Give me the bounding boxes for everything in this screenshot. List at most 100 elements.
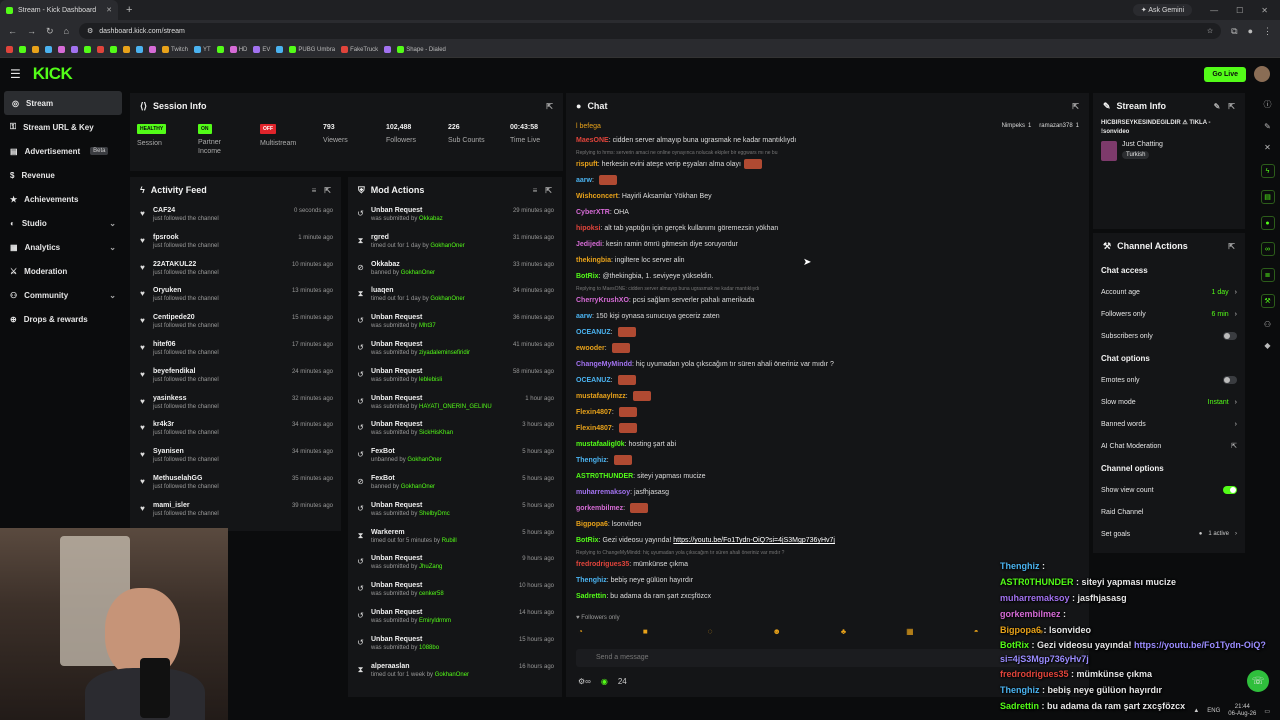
- people-icon[interactable]: ⚇: [1264, 320, 1271, 329]
- bookmark-favicon-icon[interactable]: [84, 46, 91, 53]
- emote-icon[interactable]: ◓: [974, 627, 979, 639]
- bookmark-item[interactable]: PUBG Umbra: [289, 46, 335, 53]
- mod-action-title[interactable]: Unban Request: [371, 582, 444, 589]
- bookmark-favicon-icon[interactable]: [123, 46, 130, 53]
- chevron-down-icon[interactable]: ⌄: [109, 243, 116, 252]
- link-tool-icon[interactable]: ∞: [1260, 242, 1275, 256]
- forward-icon[interactable]: →: [27, 26, 36, 36]
- moderator-name[interactable]: Okkabaz: [419, 216, 443, 222]
- bookmark-favicon-icon[interactable]: [97, 46, 104, 53]
- chat-username[interactable]: Thenghiz: [576, 457, 607, 464]
- banned-words-row[interactable]: Banned words ›: [1093, 413, 1245, 435]
- hamburger-menu-icon[interactable]: ☰: [10, 67, 21, 81]
- show-view-count-toggle[interactable]: [1223, 486, 1237, 494]
- list-item[interactable]: ⧗ alperaaslan timed out for 1 week by Gokh…: [348, 663, 562, 690]
- sidebar-item-moderation[interactable]: ⚔ Moderation: [0, 259, 126, 283]
- moderator-name[interactable]: ShelbyDmc: [419, 511, 450, 517]
- home-icon[interactable]: ⌂: [64, 26, 69, 36]
- follower-name[interactable]: CAF24: [153, 207, 219, 214]
- moderator-name[interactable]: ziyadaleminsefiridir: [419, 350, 470, 356]
- lightning-tool-icon[interactable]: ϟ: [1260, 164, 1275, 178]
- follower-name[interactable]: mami_isler: [153, 502, 219, 509]
- kick-logo[interactable]: KICK: [33, 64, 73, 84]
- emote-icon[interactable]: ♣: [841, 627, 846, 639]
- mod-action-title[interactable]: Unban Request: [371, 421, 453, 428]
- chat-message[interactable]: Thenghiz:: [566, 453, 1089, 469]
- top-user[interactable]: ramazan378 1: [1039, 123, 1079, 129]
- mod-action-title[interactable]: Warkerem: [371, 529, 457, 536]
- chat-message[interactable]: muharremaksoy: jasfhjasasg: [566, 485, 1089, 501]
- bookmark-favicon-icon[interactable]: [110, 46, 117, 53]
- notification-icon[interactable]: ▭: [1264, 708, 1270, 715]
- bookmark-favicon-icon[interactable]: [45, 46, 52, 53]
- moderator-name[interactable]: leblebisli: [419, 377, 442, 383]
- bookmark-item[interactable]: FakeTruck: [341, 46, 378, 53]
- sidebar-item-analytics[interactable]: ▦ Analytics ⌄: [0, 235, 126, 259]
- site-info-icon[interactable]: ⚙: [87, 27, 93, 35]
- top-user[interactable]: Nimpeks 1: [1002, 123, 1032, 129]
- chat-username[interactable]: hipoksi: [576, 225, 601, 232]
- menu-icon[interactable]: ⋮: [1263, 26, 1272, 37]
- follower-name[interactable]: MethuselahGG: [153, 475, 219, 482]
- list-item[interactable]: ↺ Unban Request was submitted by 1088bo 15 …: [348, 636, 562, 663]
- list-item[interactable]: ⊘ FexBot banned by GokhanOner 5 hours ago: [348, 475, 562, 502]
- list-item[interactable]: ↺ Unban Request was submitted by ShelbyDmc…: [348, 502, 562, 529]
- chat-message[interactable]: aarw: 150 kişi oynasa sunucuya geceriz z…: [566, 309, 1089, 325]
- chat-message[interactable]: BotRix: @thekingbia, 1. seviyeye yükseld…: [566, 269, 1089, 285]
- list-item[interactable]: ↺ Unban Request was submitted by ziyadalem…: [348, 341, 562, 368]
- chat-message[interactable]: ewooder:: [566, 341, 1089, 357]
- follower-name[interactable]: 22ATAKUL22: [153, 261, 219, 268]
- moderator-name[interactable]: 1088bo: [419, 645, 439, 651]
- emote-icon[interactable]: ■: [643, 627, 648, 639]
- chat-message[interactable]: Flexin4807:: [566, 405, 1089, 421]
- bookmark-item[interactable]: Twitch: [162, 46, 188, 53]
- pinned-user[interactable]: l befega: [576, 123, 601, 130]
- close-window-icon[interactable]: ✕: [1261, 6, 1268, 15]
- moderator-name[interactable]: GokhanOner: [401, 484, 435, 490]
- list-item[interactable]: ♥ hitef06 just followed the channel 17 minu…: [130, 341, 341, 368]
- wrench-tool-icon[interactable]: ⚒: [1260, 294, 1275, 308]
- chat-username[interactable]: fredrodrigues35: [576, 561, 629, 568]
- follower-name[interactable]: Oryuken: [153, 287, 219, 294]
- list-item[interactable]: ♥ fpsrook just followed the channel 1 minut…: [130, 234, 341, 261]
- list-item[interactable]: ↺ FexBot unbanned by GokhanOner 5 hours ago: [348, 448, 562, 475]
- close-tab-icon[interactable]: ✕: [106, 6, 112, 14]
- emotes-only-toggle[interactable]: [1223, 376, 1237, 384]
- list-item[interactable]: ♥ Centipede20 just followed the channel 15 …: [130, 314, 341, 341]
- chat-username[interactable]: ChangeMyMindd: [576, 361, 632, 368]
- follower-name[interactable]: Centipede20: [153, 314, 219, 321]
- list-item[interactable]: ⊘ Okkabaz banned by GokhanOner 33 minutes a…: [348, 261, 562, 288]
- follower-name[interactable]: beyefendikal: [153, 368, 219, 375]
- popout-icon[interactable]: ⇱: [1228, 242, 1235, 251]
- chat-username[interactable]: ewooder: [576, 345, 605, 352]
- mod-action-title[interactable]: alperaaslan: [371, 663, 469, 670]
- list-item[interactable]: ↺ Unban Request was submitted by JhuZang 9 …: [348, 555, 562, 582]
- moderator-name[interactable]: GokhanOner: [435, 672, 469, 678]
- chat-message[interactable]: Jedijedi: kesin ramin ömrü gitmesin diye…: [566, 237, 1089, 253]
- mod-action-title[interactable]: Unban Request: [371, 636, 439, 643]
- moderator-name[interactable]: Mht37: [419, 323, 436, 329]
- chat-settings-icon[interactable]: ⚙∞: [578, 677, 591, 686]
- chat-username[interactable]: rispuft: [576, 161, 598, 168]
- ai-chat-moderation-row[interactable]: AI Chat Moderation ⇱: [1093, 435, 1245, 457]
- chat-message[interactable]: Wishconcert: Hayirli Aksamlar Yökhan Bey: [566, 189, 1089, 205]
- chevron-down-icon[interactable]: ⌄: [109, 219, 116, 228]
- chat-username[interactable]: Thenghiz: [576, 577, 607, 584]
- bookmark-favicon-icon[interactable]: [216, 46, 224, 53]
- list-item[interactable]: ♥ Syanisen just followed the channel 34 min…: [130, 448, 341, 475]
- mod-action-title[interactable]: Unban Request: [371, 207, 443, 214]
- mod-action-title[interactable]: FexBot: [371, 448, 442, 455]
- chat-message[interactable]: BotRix: Gezi videosu yayında! https://yo…: [566, 533, 1089, 549]
- moderator-name[interactable]: GokhanOner: [430, 243, 464, 249]
- chat-username[interactable]: Sadrettin: [576, 593, 606, 600]
- mod-action-title[interactable]: Unban Request: [371, 555, 442, 562]
- chat-username[interactable]: BotRix: [576, 537, 599, 544]
- chat-message[interactable]: hipoksi: alt tab yaptığın için gerçek ku…: [566, 221, 1089, 237]
- mod-action-title[interactable]: Unban Request: [371, 368, 442, 375]
- chat-username[interactable]: gorkembilmez: [576, 505, 623, 512]
- chat-message[interactable]: Bigpopa6: lsonvideo: [566, 517, 1089, 533]
- moderator-name[interactable]: GokhanOner: [407, 457, 441, 463]
- list-item[interactable]: ⧗ rgred timed out for 1 day by GokhanOner 3…: [348, 234, 562, 261]
- mod-action-title[interactable]: FexBot: [371, 475, 435, 482]
- edit-icon[interactable]: ✎: [1214, 102, 1221, 111]
